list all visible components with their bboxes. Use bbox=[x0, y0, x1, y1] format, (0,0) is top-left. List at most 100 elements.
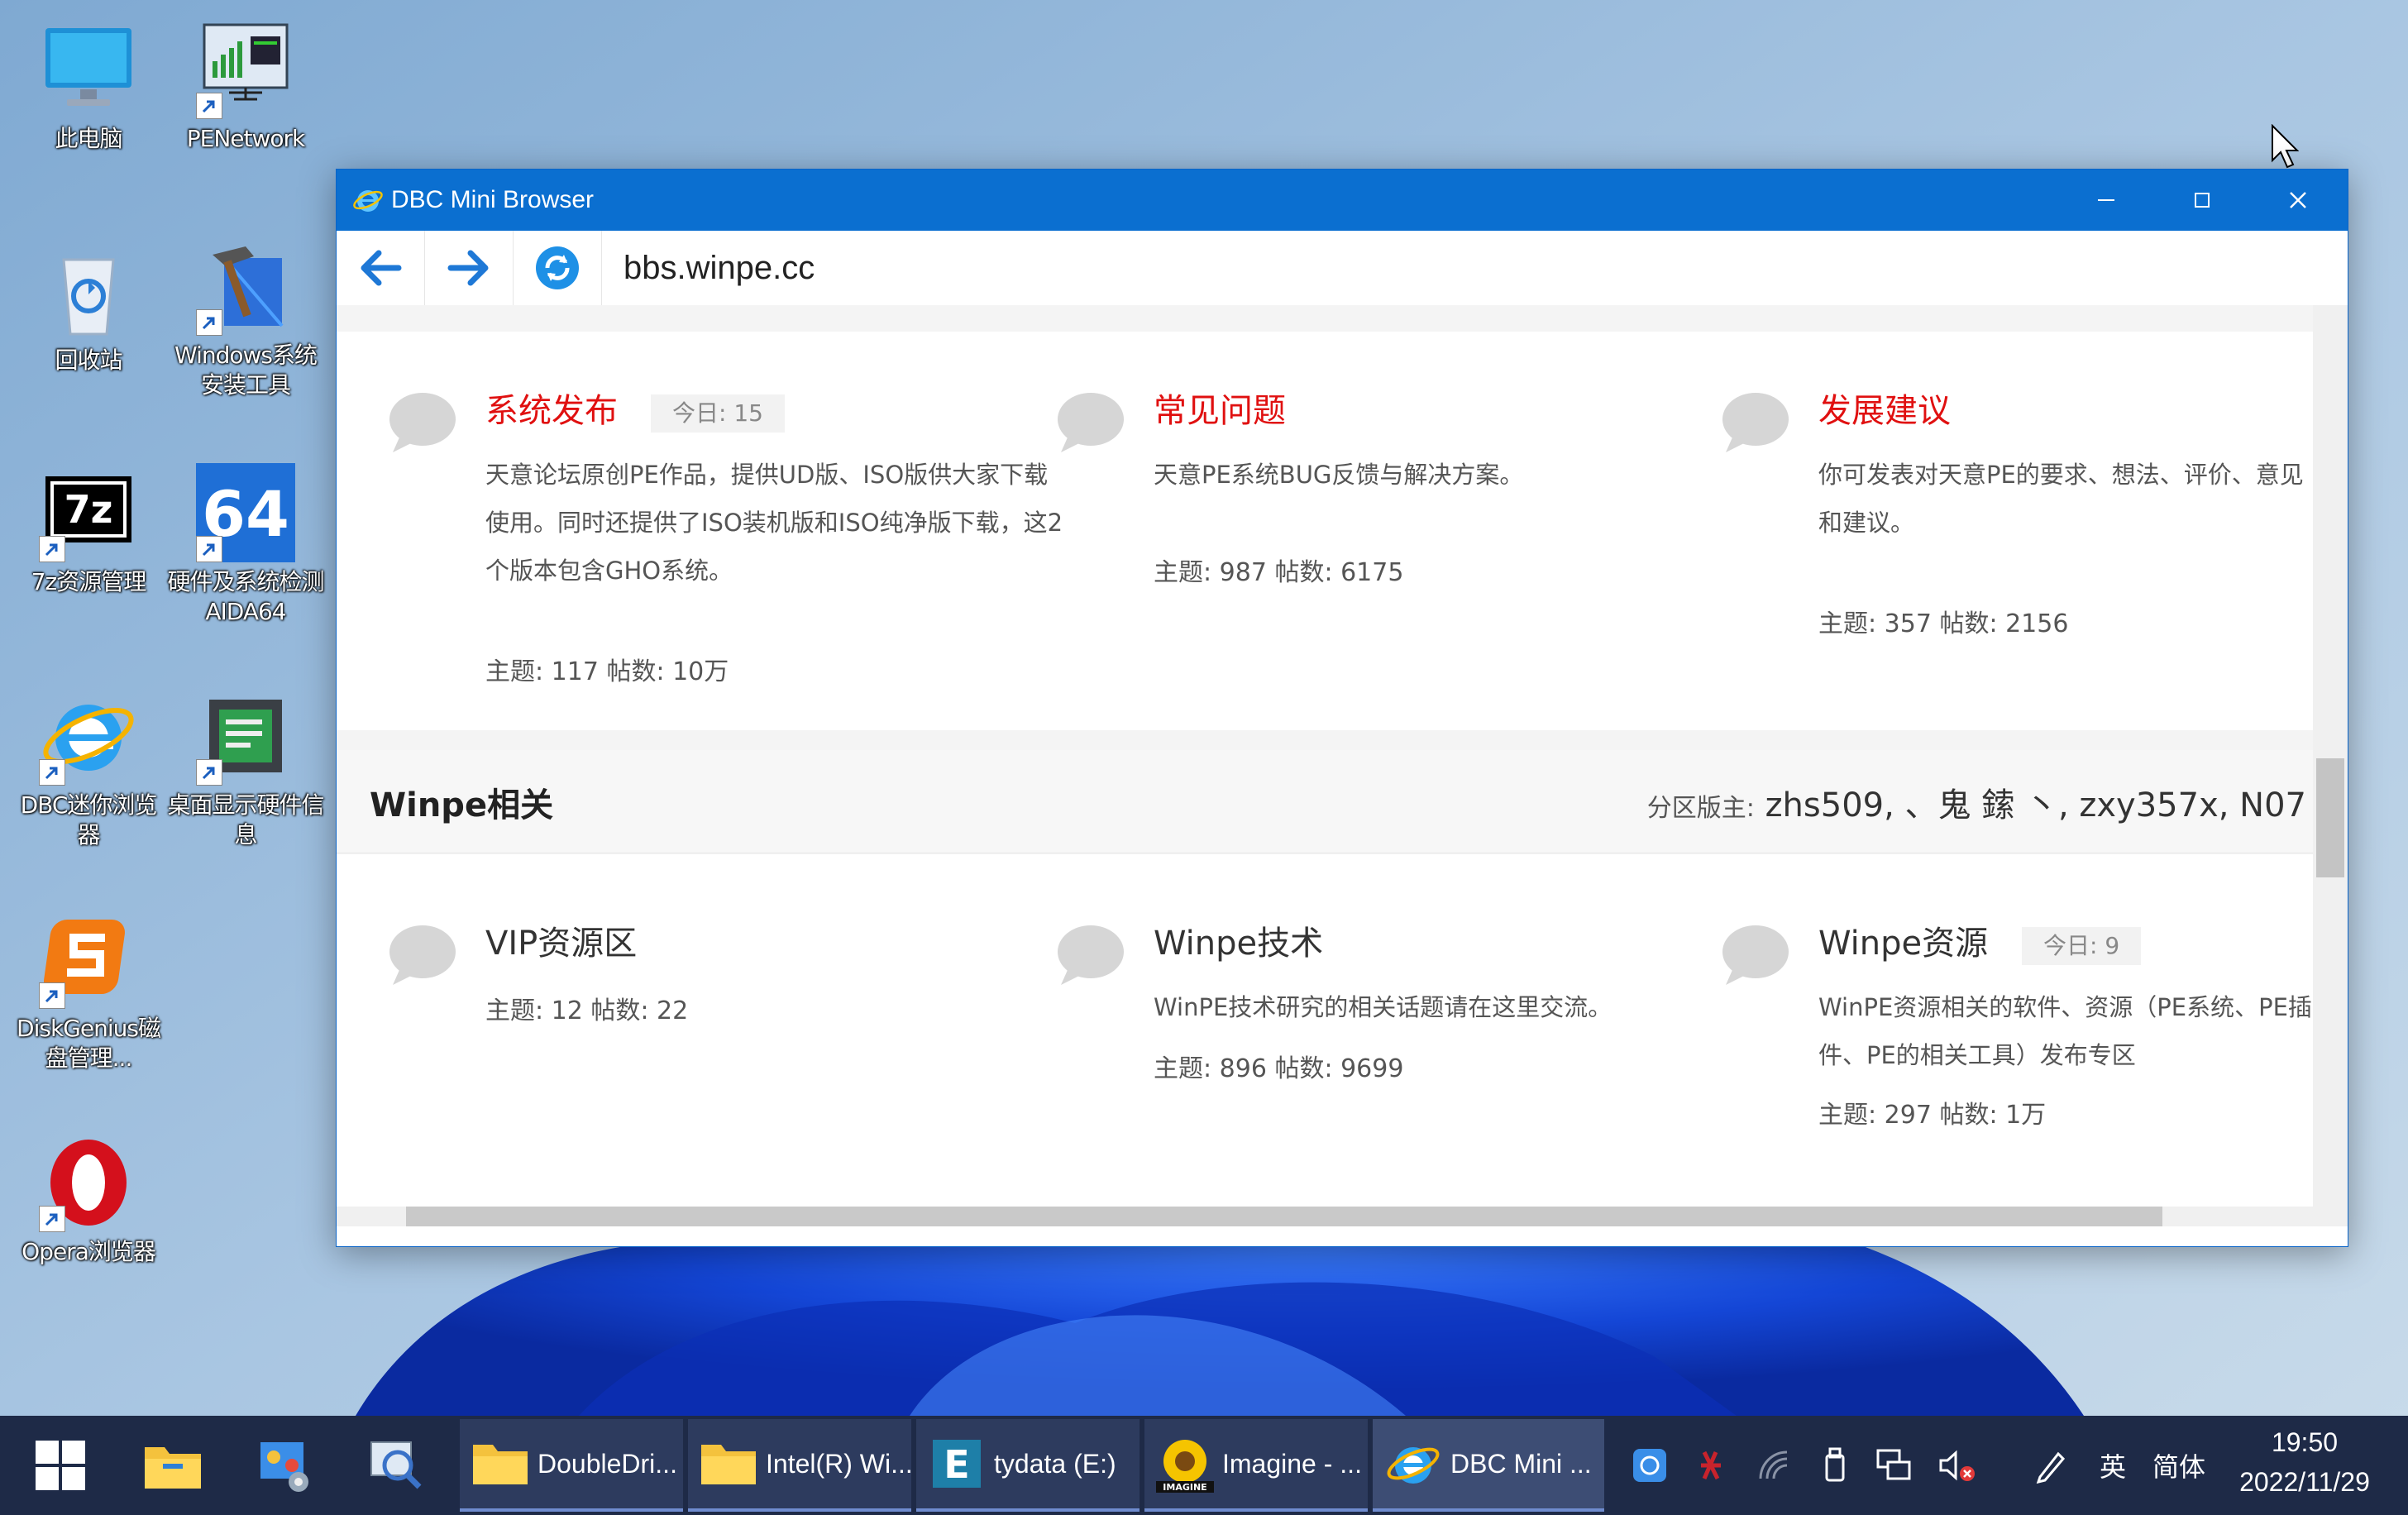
volume-muted-icon bbox=[1939, 1450, 1975, 1481]
refresh-icon bbox=[536, 246, 579, 289]
desktop-icon-label: Opera浏览器 bbox=[22, 1238, 156, 1265]
taskbar-item-label: Intel(R) Wi... bbox=[766, 1448, 911, 1479]
desktop-icon-dbc-browser[interactable]: DBC迷你浏览器 bbox=[10, 686, 167, 850]
moderators-list[interactable]: zhs509, 、鬼 鎍 丶, zxy357x, N07 bbox=[1765, 786, 2306, 824]
taskbar-item-label: Imagine - ... bbox=[1222, 1448, 1362, 1479]
minimize-button[interactable] bbox=[2058, 170, 2154, 231]
forum-stats: 主题: 117 帖数: 10万 bbox=[485, 657, 729, 686]
browser-window: DBC Mini Browser bbs.winpe.cc 系统发布 今日: 1… bbox=[336, 169, 2348, 1247]
shortcut-arrow-icon bbox=[196, 309, 222, 336]
forum-description: 天意论坛原创PE作品，提供UD版、ISO版供大家下载使用。同时还提供了ISO装机… bbox=[485, 461, 1063, 585]
speech-bubble-icon bbox=[1058, 393, 1124, 452]
desktop-icon-opera[interactable]: Opera浏览器 bbox=[10, 1133, 167, 1267]
tray-network-adapter[interactable] bbox=[1621, 1416, 1679, 1515]
desktop-icon-hw-info[interactable]: 桌面显示硬件信息 bbox=[167, 686, 325, 850]
forum-name[interactable]: 常见问题 bbox=[1154, 386, 1286, 436]
page-viewport[interactable]: 系统发布 今日: 15 天意论坛原创PE作品，提供UD版、ISO版供大家下载使用… bbox=[337, 305, 2313, 1226]
imagine-sunflower-icon: IMAGINE bbox=[1156, 1440, 1214, 1493]
file-explorer-button[interactable] bbox=[119, 1416, 227, 1515]
forum-stats: 主题: 896 帖数: 9699 bbox=[1154, 1054, 1404, 1083]
horizontal-scroll-thumb[interactable] bbox=[406, 1207, 2162, 1226]
desktop-icon-label: PENetwork bbox=[186, 125, 305, 152]
forum-item-winpe-tech[interactable]: Winpe技术 WinPE技术研究的相关话题请在这里交流。 主题: 896 帖数… bbox=[1056, 919, 1684, 1167]
arrow-right-icon bbox=[447, 250, 489, 286]
today-count-badge: 今日: 9 bbox=[2022, 927, 2142, 965]
taskbar-item-label: DoubleDri... bbox=[538, 1448, 677, 1479]
forward-button[interactable] bbox=[425, 231, 514, 305]
folder-icon bbox=[145, 1447, 201, 1489]
desktop-icon-diskgenius[interactable]: DiskGenius磁盘管理... bbox=[10, 910, 167, 1073]
tydata-glyph: E bbox=[944, 1442, 969, 1487]
vertical-scroll-thumb[interactable] bbox=[2316, 758, 2344, 877]
forum-name[interactable]: Winpe技术 bbox=[1154, 919, 1323, 968]
forum-name[interactable]: VIP资源区 bbox=[485, 919, 637, 968]
ime-mode-toggle[interactable]: 简体 bbox=[2142, 1416, 2216, 1515]
tray-usb[interactable] bbox=[1808, 1416, 1862, 1515]
folder-icon bbox=[701, 1445, 756, 1484]
desktop-icon-penetwork[interactable]: PENetwork bbox=[167, 20, 324, 154]
desktop-icon-recycle-bin[interactable]: 回收站 bbox=[10, 241, 167, 375]
tray-network-status[interactable] bbox=[1866, 1416, 1923, 1515]
arrow-left-icon bbox=[361, 250, 402, 286]
desktop-icon-aida64[interactable]: 64 硬件及系统检测 AIDA64 bbox=[167, 463, 325, 627]
forum-item-faq[interactable]: 常见问题 天意PE系统BUG反馈与解决方案。 主题: 987 帖数: 6175 bbox=[1056, 386, 1684, 634]
speech-bubble-icon bbox=[389, 393, 456, 452]
taskbar-item-intel[interactable]: Intel(R) Wi... bbox=[688, 1419, 911, 1512]
address-bar[interactable] bbox=[602, 230, 2348, 306]
forum-item-vip[interactable]: VIP资源区 主题: 12 帖数: 22 bbox=[388, 919, 1016, 1084]
refresh-button[interactable] bbox=[514, 231, 602, 305]
forum-item-system-release[interactable]: 系统发布 今日: 15 天意论坛原创PE作品，提供UD版、ISO版供大家下载使用… bbox=[388, 386, 1063, 717]
control-panel-icon bbox=[260, 1442, 308, 1492]
desktop-icon-this-pc[interactable]: 此电脑 bbox=[10, 20, 167, 154]
desktop-icon-label: 回收站 bbox=[55, 346, 122, 374]
forum-name[interactable]: 发展建议 bbox=[1818, 386, 1951, 436]
desktop-icon-7z[interactable]: 7z 7z资源管理 bbox=[10, 463, 167, 597]
forum-item-winpe-resources[interactable]: Winpe资源 今日: 9 WinPE资源相关的软件、资源（PE系统、PE插件、… bbox=[1721, 919, 2313, 1200]
desktop-icon-windows-installer[interactable]: Windows系统安装工具 bbox=[167, 237, 324, 400]
shortcut-arrow-icon bbox=[39, 759, 65, 786]
taskbar-clock[interactable]: 19:50 2022/11/29 bbox=[2226, 1422, 2383, 1502]
ime-mode: 简体 bbox=[2152, 1451, 2205, 1483]
browser-toolbar bbox=[337, 230, 2348, 306]
section-header: Winpe相关 分区版主: zhs509, 、鬼 鎍 丶, zxy357x, N… bbox=[337, 750, 2313, 853]
forum-stats: 主题: 357 帖数: 2156 bbox=[1818, 609, 2069, 638]
moderators-label: 分区版主: bbox=[1646, 794, 1755, 823]
network-card-icon bbox=[1633, 1449, 1666, 1482]
close-button[interactable] bbox=[2250, 170, 2346, 231]
taskbar-item-imagine[interactable]: IMAGINE Imagine - ... bbox=[1144, 1419, 1368, 1512]
ime-language-toggle[interactable]: 英 bbox=[2084, 1416, 2142, 1515]
start-button[interactable] bbox=[7, 1416, 114, 1515]
tray-app-red[interactable] bbox=[1682, 1416, 1740, 1515]
search-tool-button[interactable] bbox=[342, 1416, 450, 1515]
window-titlebar[interactable]: DBC Mini Browser bbox=[337, 170, 2348, 231]
ie-browser-icon bbox=[1387, 1447, 1440, 1484]
tray-pen[interactable] bbox=[2023, 1416, 2081, 1515]
wifi-icon bbox=[1759, 1450, 1788, 1479]
shortcut-arrow-icon bbox=[39, 1206, 65, 1232]
section-title[interactable]: Winpe相关 bbox=[370, 778, 553, 826]
tray-volume[interactable] bbox=[1928, 1416, 1986, 1515]
desktop-screen: 此电脑 PENetwork 回收站 Windows系统安装工具 7z 7z资源管… bbox=[0, 0, 2408, 1515]
speech-bubble-icon bbox=[1722, 925, 1789, 985]
tray-wifi[interactable] bbox=[1745, 1416, 1803, 1515]
window-title: DBC Mini Browser bbox=[391, 186, 595, 213]
desktop-icon-label: DBC迷你浏览器 bbox=[20, 791, 158, 848]
desktop-icon-label: 7z资源管理 bbox=[31, 568, 147, 595]
forum-item-suggestions[interactable]: 发展建议 你可发表对天意PE的要求、想法、评价、意见和建议。 主题: 357 帖… bbox=[1721, 386, 2313, 667]
desktop-icon-label: 桌面显示硬件信息 bbox=[167, 791, 324, 848]
maximize-button[interactable] bbox=[2154, 170, 2250, 231]
forum-name[interactable]: 系统发布 bbox=[485, 386, 618, 436]
imagine-badge: IMAGINE bbox=[1163, 1482, 1206, 1493]
forum-name[interactable]: Winpe资源 bbox=[1818, 919, 1988, 968]
back-button[interactable] bbox=[337, 231, 425, 305]
everything-search-icon: E bbox=[933, 1440, 981, 1488]
usb-drive-icon bbox=[1825, 1447, 1845, 1482]
horizontal-scrollbar[interactable] bbox=[337, 1207, 2313, 1226]
forum-stats: 主题: 297 帖数: 1万 bbox=[1818, 1101, 2047, 1130]
taskbar-item-dbc-browser[interactable]: DBC Mini ... bbox=[1373, 1419, 1604, 1512]
monitor-icon bbox=[45, 28, 131, 106]
taskbar-item-doubledriver[interactable]: DoubleDri... bbox=[460, 1419, 683, 1512]
settings-tool-button[interactable] bbox=[232, 1416, 339, 1515]
taskbar-item-tydata[interactable]: E tydata (E:) bbox=[916, 1419, 1140, 1512]
taskbar: DoubleDri... Intel(R) Wi... E tydata (E:… bbox=[0, 1416, 2408, 1515]
